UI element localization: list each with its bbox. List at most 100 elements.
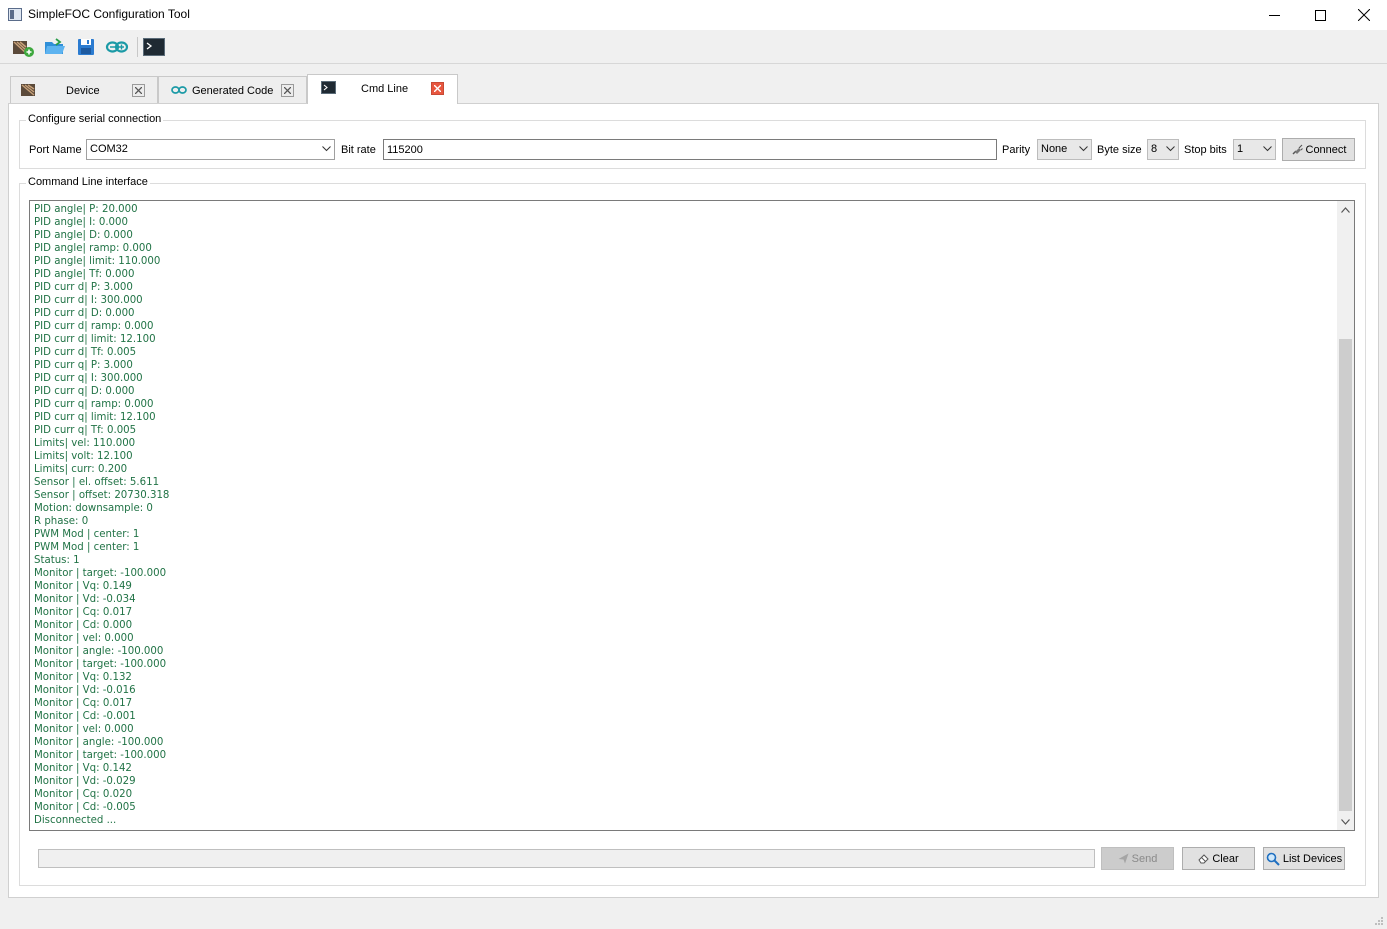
close-icon xyxy=(284,87,291,94)
console-line: PID angle| I: 0.000 xyxy=(34,217,129,228)
minimize-button[interactable] xyxy=(1251,0,1297,30)
console-output[interactable]: PID angle| P: 20.000 PID angle| I: 0.000 P… xyxy=(29,200,1355,831)
console-line: PID angle| Tf: 0.000 xyxy=(34,269,135,280)
close-icon xyxy=(135,87,142,94)
send-label: Send xyxy=(1131,852,1158,865)
title-bar: SimpleFOC Configuration Tool xyxy=(0,0,1387,30)
console-line: Monitor | target: -100.000 xyxy=(34,750,167,761)
console-line: PID curr q| ramp: 0.000 xyxy=(34,399,154,410)
new-device-icon xyxy=(13,41,34,57)
console-line: Monitor | angle: -100.000 xyxy=(34,737,164,748)
console-line: Monitor | Vd: -0.034 xyxy=(34,594,136,605)
port-name-select[interactable]: COM32 xyxy=(86,139,335,160)
group-title: Command Line interface xyxy=(26,176,150,188)
scroll-up-icon[interactable] xyxy=(1340,204,1351,215)
console-line: PID curr d| I: 300.000 xyxy=(34,295,143,306)
console-line: Monitor | angle: -100.000 xyxy=(34,646,164,657)
arduino-icon xyxy=(171,86,187,94)
toolbar xyxy=(0,30,1387,64)
resize-grip-icon[interactable] xyxy=(1374,916,1384,926)
cmd-line-button[interactable] xyxy=(141,35,167,59)
scroll-down-icon[interactable] xyxy=(1340,816,1351,827)
app-icon xyxy=(8,8,22,21)
terminal-icon xyxy=(321,81,336,94)
toolbar-separator xyxy=(137,37,138,57)
console-line: PID curr d| P: 3.000 xyxy=(34,282,133,293)
tab-generated-code[interactable]: Generated Code xyxy=(158,76,307,103)
send-icon xyxy=(1118,853,1129,864)
console-line: PID curr d| D: 0.000 xyxy=(34,308,135,319)
console-line: Monitor | Cd: 0.000 xyxy=(34,620,133,631)
console-line: Monitor | vel: 0.000 xyxy=(34,633,134,644)
stop-bits-select[interactable]: 1 xyxy=(1233,139,1276,160)
console-line: Monitor | Cd: -0.005 xyxy=(34,802,136,813)
console-line: Monitor | vel: 0.000 xyxy=(34,724,134,735)
console-scrollbar[interactable] xyxy=(1337,201,1354,830)
maximize-button[interactable] xyxy=(1297,0,1343,30)
send-button[interactable]: Send xyxy=(1101,847,1174,870)
tab-cmd-line[interactable]: Cmd Line xyxy=(307,74,458,104)
motor-icon xyxy=(21,84,35,96)
stop-bits-label: Stop bits xyxy=(1184,144,1227,156)
close-icon xyxy=(434,85,441,92)
tab-device[interactable]: Device xyxy=(10,76,158,103)
tab-close-button[interactable] xyxy=(132,84,145,97)
console-lines: PID angle| P: 20.000 PID angle| I: 0.000 P… xyxy=(34,203,1334,827)
port-name-value: COM32 xyxy=(90,143,128,155)
console-line: Monitor | Vq: 0.142 xyxy=(34,763,132,774)
clear-label: Clear xyxy=(1212,852,1239,865)
console-line: Monitor | Cq: 0.017 xyxy=(34,607,133,618)
tab-label: Device xyxy=(66,85,100,97)
stop-bits-value: 1 xyxy=(1237,143,1244,155)
console-line: PID curr q| I: 300.000 xyxy=(34,373,143,384)
window-title: SimpleFOC Configuration Tool xyxy=(28,7,190,21)
console-line: R phase: 0 xyxy=(34,516,89,527)
console-line: PID curr q| D: 0.000 xyxy=(34,386,135,397)
parity-label: Parity xyxy=(1002,144,1031,156)
maximize-icon xyxy=(1314,9,1326,21)
tab-close-button[interactable] xyxy=(431,82,444,95)
list-devices-button[interactable]: List Devices xyxy=(1263,847,1345,870)
console-line: Monitor | Cq: 0.017 xyxy=(34,698,133,709)
generate-code-button[interactable] xyxy=(104,35,130,59)
chevron-down-icon xyxy=(322,146,331,152)
open-icon xyxy=(45,38,65,54)
byte-size-select[interactable]: 8 xyxy=(1147,139,1179,160)
clear-button[interactable]: Clear xyxy=(1182,847,1255,870)
new-device-button[interactable] xyxy=(10,35,36,59)
close-window-button[interactable] xyxy=(1341,0,1387,30)
tab-close-button[interactable] xyxy=(281,84,294,97)
chevron-down-icon xyxy=(1079,146,1088,152)
console-line: Limits| vel: 110.000 xyxy=(34,438,136,449)
console-line: PID curr d| limit: 12.100 xyxy=(34,334,156,345)
bit-rate-input[interactable] xyxy=(383,139,997,160)
console-line: Status: 1 xyxy=(34,555,80,566)
console-line: Sensor | el. offset: 5.611 xyxy=(34,477,160,488)
command-input[interactable] xyxy=(38,849,1095,868)
scroll-thumb[interactable] xyxy=(1339,339,1352,811)
save-button[interactable] xyxy=(73,35,99,59)
parity-select[interactable]: None xyxy=(1037,139,1092,160)
list-devices-label: List Devices xyxy=(1282,852,1343,865)
console-line: Monitor | Vq: 0.132 xyxy=(34,672,132,683)
tab-label: Generated Code xyxy=(192,85,274,97)
group-title: Configure serial connection xyxy=(26,113,164,125)
minimize-icon xyxy=(1268,14,1280,16)
search-icon xyxy=(1266,852,1280,866)
console-line: Monitor | target: -100.000 xyxy=(34,659,167,670)
connect-label: Connect xyxy=(1305,143,1347,156)
console-line: PID curr q| P: 3.000 xyxy=(34,360,133,371)
open-button[interactable] xyxy=(42,35,68,59)
parity-value: None xyxy=(1041,143,1068,155)
plug-icon xyxy=(1292,144,1303,154)
connect-button[interactable]: Connect xyxy=(1282,138,1355,161)
eraser-icon xyxy=(1198,854,1210,864)
console-line: Limits| volt: 12.100 xyxy=(34,451,133,462)
console-line: PID curr q| Tf: 0.005 xyxy=(34,425,137,436)
console-line: PID curr d| Tf: 0.005 xyxy=(34,347,137,358)
chevron-down-icon xyxy=(1166,146,1175,152)
console-line: Disconnected ... xyxy=(34,815,117,826)
terminal-icon xyxy=(143,38,165,56)
serial-config-group: Configure serial connection Port Name CO… xyxy=(19,113,1366,169)
console-line: PID angle| limit: 110.000 xyxy=(34,256,161,267)
